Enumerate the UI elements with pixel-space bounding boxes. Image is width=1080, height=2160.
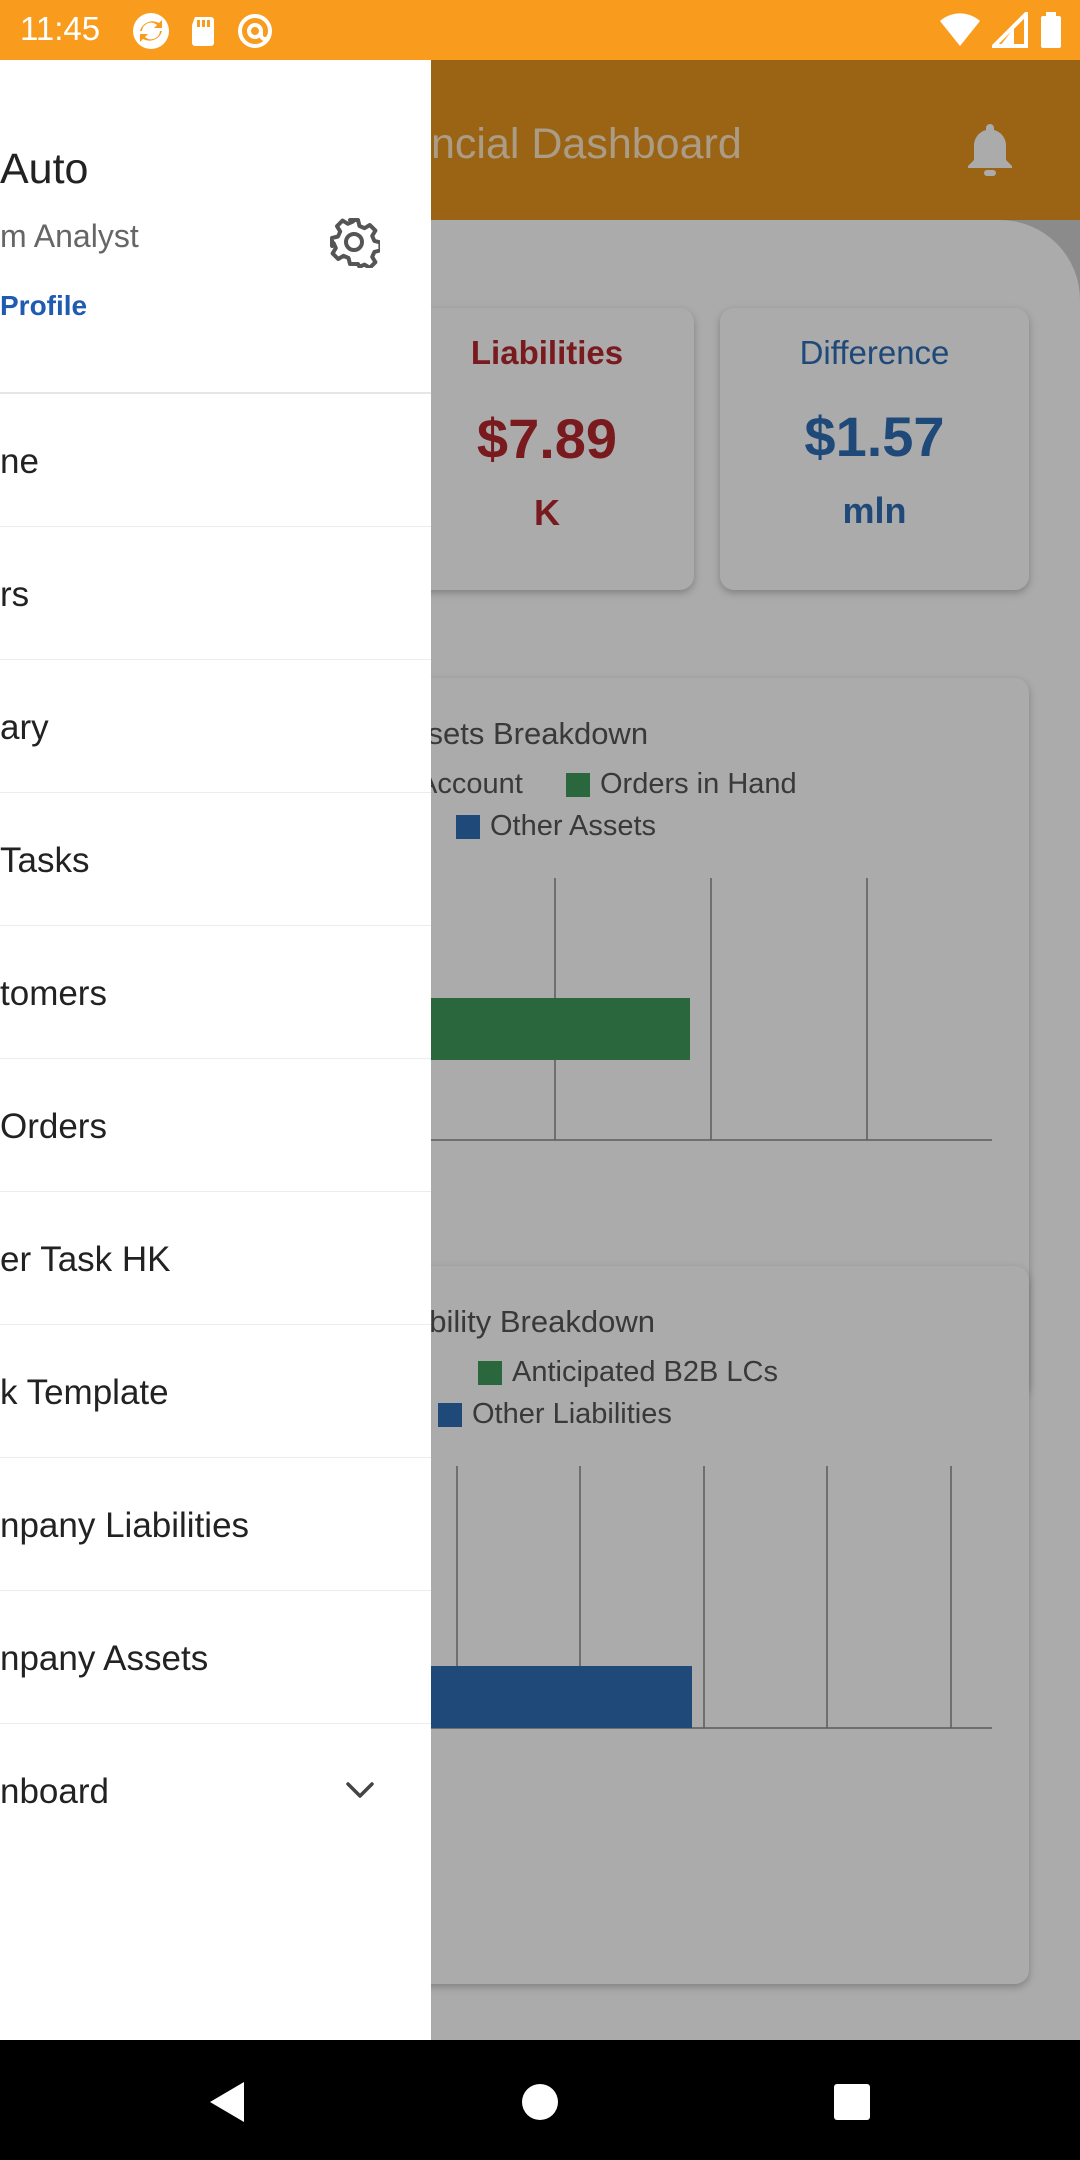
menu-item-task-template[interactable]: k Template <box>0 1325 431 1458</box>
signal-icon <box>989 9 1028 53</box>
user-name: Auto <box>0 145 89 193</box>
sd-card-icon <box>184 12 222 50</box>
menu-item-tasks[interactable]: Tasks <box>0 793 431 926</box>
system-navigation-bar <box>0 2040 1080 2160</box>
at-sign-icon <box>236 12 274 50</box>
menu-item-users[interactable]: rs <box>0 527 431 660</box>
back-icon[interactable] <box>206 2080 250 2124</box>
status-bar: 11:45 <box>0 0 1080 60</box>
home-icon[interactable] <box>518 2080 562 2124</box>
sync-icon <box>132 12 170 50</box>
menu-item-home[interactable]: ne <box>0 394 431 527</box>
recents-icon[interactable] <box>830 2080 874 2124</box>
battery-icon <box>1040 12 1062 53</box>
chevron-down-icon[interactable] <box>344 1774 376 1806</box>
wifi-icon <box>940 12 980 53</box>
navigation-drawer: Auto m Analyst Profile ne rs ary Tasks t… <box>0 60 431 2040</box>
menu-item-task-hk[interactable]: er Task HK <box>0 1192 431 1325</box>
drawer-menu: ne rs ary Tasks tomers Orders er Task HK… <box>0 394 431 1856</box>
view-profile-link[interactable]: Profile <box>0 290 87 322</box>
gear-icon[interactable] <box>328 216 383 270</box>
menu-item-dashboard[interactable]: nboard <box>0 1724 431 1856</box>
user-role: m Analyst <box>0 218 139 254</box>
menu-item-customers[interactable]: tomers <box>0 926 431 1059</box>
status-time: 11:45 <box>20 10 101 47</box>
menu-item-summary[interactable]: ary <box>0 660 431 793</box>
menu-item-orders[interactable]: Orders <box>0 1059 431 1192</box>
menu-item-company-liabilities[interactable]: npany Liabilities <box>0 1458 431 1591</box>
menu-item-company-assets[interactable]: npany Assets <box>0 1591 431 1724</box>
